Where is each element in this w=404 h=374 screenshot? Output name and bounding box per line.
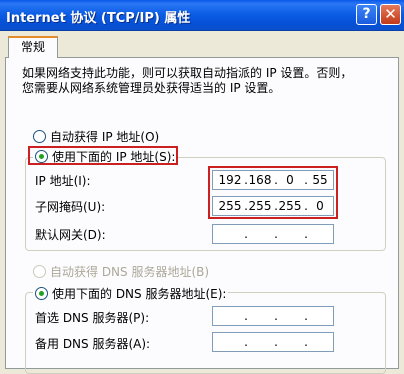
ip-dot: . [304, 227, 308, 241]
title-bar: Internet 协议 (TCP/IP) 属性 ? ✕ [0, 0, 404, 31]
help-icon: ? [362, 6, 371, 22]
highlight-manual-ip [28, 146, 178, 165]
alternate-dns-input[interactable]: . . . [212, 332, 334, 352]
close-button[interactable]: ✕ [380, 4, 401, 25]
preferred-dns-input[interactable]: . . . [212, 306, 334, 326]
radio-manual-dns-button[interactable] [35, 287, 48, 300]
ip-dot: . [274, 227, 278, 241]
ip-address-label: IP 地址(I): [35, 174, 91, 188]
radio-auto-dns-label: 自动获得 DNS 服务器地址(B) [50, 265, 210, 279]
ip-dot: . [244, 335, 248, 349]
radio-auto-dns[interactable]: 自动获得 DNS 服务器地址(B) [33, 263, 209, 280]
gateway-input[interactable]: . . . [212, 224, 334, 244]
radio-manual-dns[interactable]: 使用下面的 DNS 服务器地址(E): [33, 285, 229, 302]
ip-dot: . [304, 309, 308, 323]
intro-text: 如果网络支持此功能，则可以获取自动指派的 IP 设置。否则， 您需要从网络系统管… [22, 66, 353, 95]
help-button[interactable]: ? [356, 4, 377, 25]
preferred-dns-label: 首选 DNS 服务器(P): [35, 311, 150, 325]
close-icon: ✕ [384, 5, 397, 23]
subnet-mask-label: 子网掩码(U): [35, 200, 106, 214]
radio-auto-ip-button[interactable] [33, 130, 46, 143]
ip-dot: . [244, 227, 248, 241]
ip-dot: . [274, 309, 278, 323]
ip-dot: . [274, 335, 278, 349]
radio-auto-dns-button[interactable] [33, 265, 46, 278]
ip-dot: . [244, 309, 248, 323]
radio-auto-ip-label: 自动获得 IP 地址(O) [50, 130, 160, 144]
window-title: Internet 协议 (TCP/IP) 属性 [6, 11, 191, 26]
radio-manual-dns-label: 使用下面的 DNS 服务器地址(E): [52, 287, 227, 301]
tab-general[interactable]: 常规 [8, 36, 58, 58]
alternate-dns-label: 备用 DNS 服务器(A): [35, 337, 151, 351]
highlight-ip-fields [208, 166, 338, 219]
gateway-label: 默认网关(D): [35, 228, 106, 242]
ip-dot: . [304, 335, 308, 349]
radio-auto-ip[interactable]: 自动获得 IP 地址(O) [33, 128, 159, 145]
